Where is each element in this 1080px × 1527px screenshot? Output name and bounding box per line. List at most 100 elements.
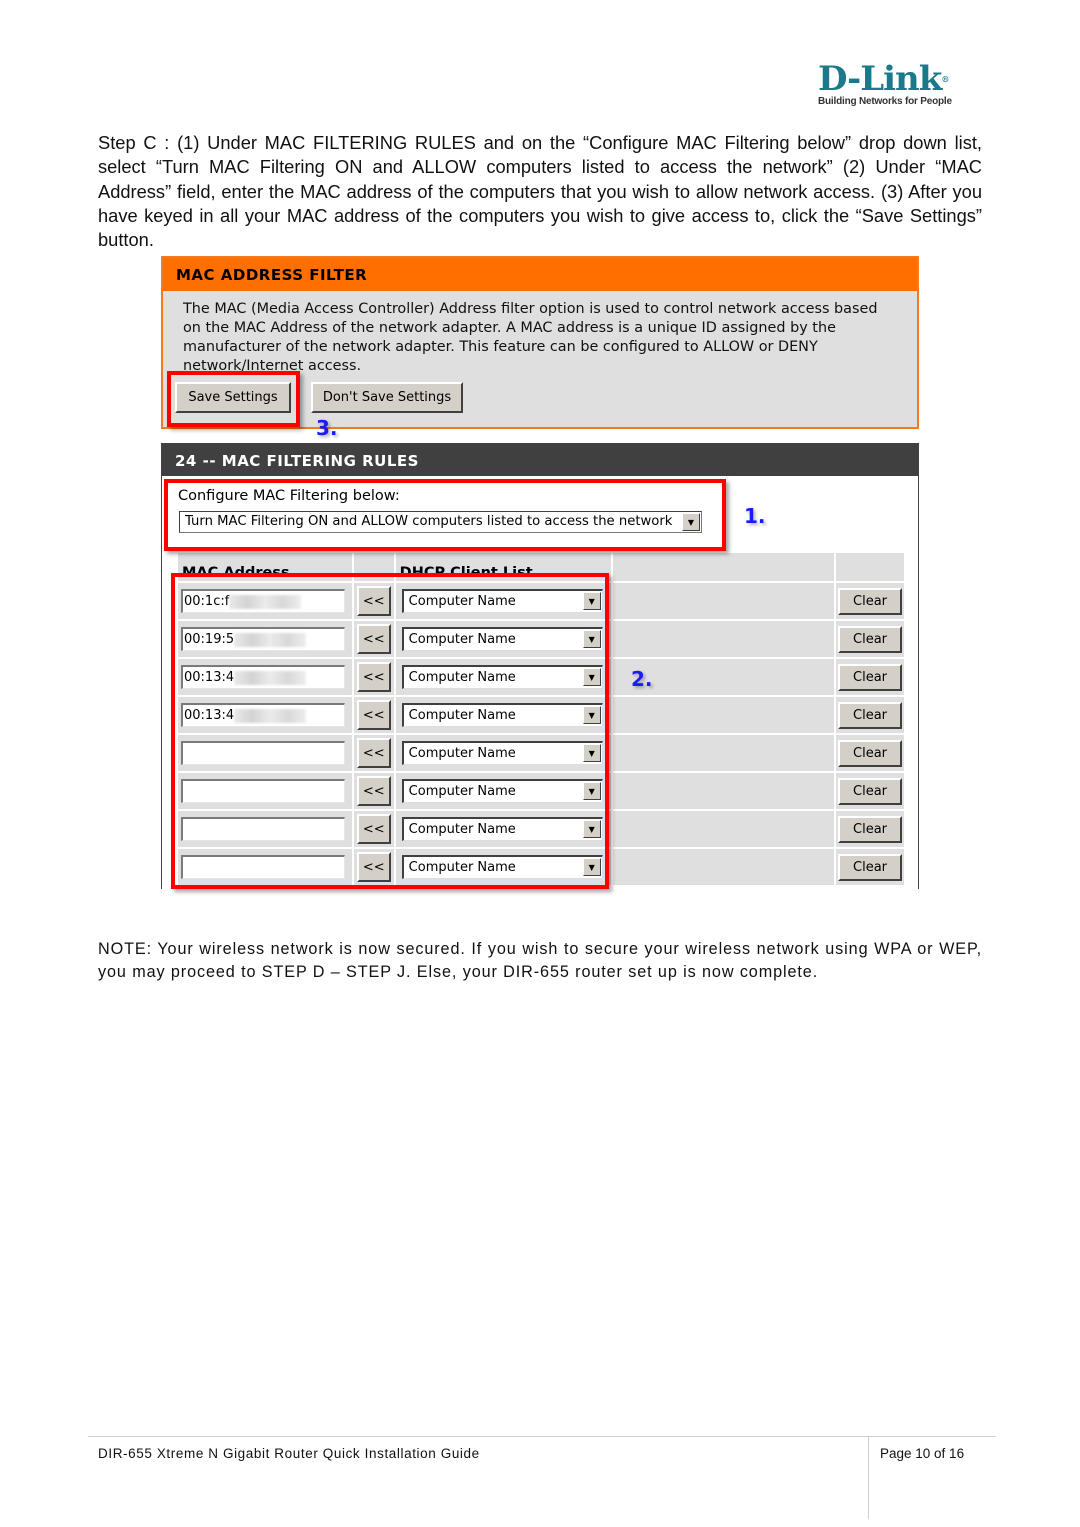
clear-button[interactable]: Clear <box>838 701 903 729</box>
table-row: << Computer Name ▼ Clear <box>178 811 904 847</box>
table-header-row: MAC Address DHCP Client List <box>178 553 904 581</box>
clear-button[interactable]: Clear <box>838 625 903 653</box>
clear-button[interactable]: Clear <box>838 853 903 881</box>
dhcp-client-select[interactable]: Computer Name ▼ <box>401 817 603 841</box>
chevron-down-icon[interactable]: ▼ <box>582 592 601 610</box>
dhcp-client-select[interactable]: Computer Name ▼ <box>401 855 603 879</box>
dhcp-client-select[interactable]: Computer Name ▼ <box>401 589 603 613</box>
mac-address-filter-description: The MAC (Media Access Controller) Addres… <box>183 301 878 374</box>
copy-cell: << <box>353 773 394 809</box>
save-settings-button[interactable]: Save Settings <box>175 382 291 413</box>
clear-cell: Clear <box>836 849 904 885</box>
configure-filtering-value: Turn MAC Filtering ON and ALLOW computer… <box>185 514 673 529</box>
mac-address-cell <box>178 811 352 847</box>
dhcp-cell: Computer Name ▼ <box>395 697 612 733</box>
dhcp-client-select[interactable]: Computer Name ▼ <box>401 779 603 803</box>
copy-mac-button[interactable]: << <box>356 700 391 730</box>
clear-button[interactable]: Clear <box>838 815 903 843</box>
configure-filtering-select[interactable]: Turn MAC Filtering ON and ALLOW computer… <box>179 511 702 533</box>
dont-save-settings-button[interactable]: Don't Save Settings <box>311 382 463 413</box>
chevron-down-icon[interactable]: ▼ <box>582 630 601 648</box>
footer-page-number: Page 10 of 16 <box>880 1446 965 1461</box>
clear-cell: Clear <box>836 621 904 657</box>
table-row: << Computer Name ▼ Clear <box>178 773 904 809</box>
copy-mac-button[interactable]: << <box>356 586 391 616</box>
mac-address-filter-panel: MAC ADDRESS FILTER The MAC (Media Access… <box>161 256 919 429</box>
mac-address-input[interactable] <box>181 855 345 879</box>
spacer-cell <box>613 583 835 619</box>
copy-mac-button[interactable]: << <box>356 814 391 844</box>
dhcp-client-select[interactable]: Computer Name ▼ <box>401 703 603 727</box>
mac-address-redacted <box>234 670 307 685</box>
table-row: 00:19:5 << Computer Name ▼ Clear <box>178 621 904 657</box>
dhcp-client-select[interactable]: Computer Name ▼ <box>401 665 603 689</box>
mac-address-cell: 00:1c:f <box>178 583 352 619</box>
column-header-spacer <box>613 553 835 581</box>
column-header-dhcp-client-list: DHCP Client List <box>395 553 612 581</box>
mac-address-redacted <box>234 708 307 723</box>
mac-address-input[interactable] <box>181 779 345 803</box>
copy-mac-button[interactable]: << <box>356 738 391 768</box>
column-header-mac-address: MAC Address <box>178 553 352 581</box>
chevron-down-icon[interactable]: ▼ <box>582 706 601 724</box>
dhcp-cell: Computer Name ▼ <box>395 773 612 809</box>
mac-address-input[interactable]: 00:1c:f <box>181 589 345 613</box>
spacer-cell <box>613 697 835 733</box>
footer-divider <box>88 1436 996 1437</box>
logo-wordmark: D-Link® <box>818 59 949 99</box>
step-number-3: 3. <box>316 416 338 440</box>
mac-address-cell <box>178 735 352 771</box>
mac-address-redacted <box>229 594 302 609</box>
chevron-down-icon[interactable]: ▼ <box>582 668 601 686</box>
chevron-down-icon[interactable]: ▼ <box>682 513 700 531</box>
logo-tagline: Building Networks for People <box>818 96 952 107</box>
mac-address-value: 00:13:4 <box>184 670 235 685</box>
table-row: 00:1c:f << Computer Name ▼ Clear <box>178 583 904 619</box>
clear-cell: Clear <box>836 773 904 809</box>
clear-cell: Clear <box>836 659 904 695</box>
chevron-down-icon[interactable]: ▼ <box>582 782 601 800</box>
mac-address-input[interactable]: 00:13:4 <box>181 703 345 727</box>
step-number-1: 1. <box>744 504 766 528</box>
spacer-cell <box>613 621 835 657</box>
copy-mac-button[interactable]: << <box>356 624 391 654</box>
clear-button[interactable]: Clear <box>838 739 903 767</box>
dhcp-cell: Computer Name ▼ <box>395 583 612 619</box>
copy-cell: << <box>353 697 394 733</box>
table-row: << Computer Name ▼ Clear <box>178 735 904 771</box>
mac-address-input[interactable] <box>181 817 345 841</box>
copy-mac-button[interactable]: << <box>356 776 391 806</box>
copy-mac-button[interactable]: << <box>356 662 391 692</box>
step-number-2: 2. <box>631 667 653 691</box>
clear-button[interactable]: Clear <box>838 663 903 691</box>
mac-address-input[interactable] <box>181 741 345 765</box>
table-row: << Computer Name ▼ Clear <box>178 849 904 885</box>
dhcp-client-value: Computer Name <box>408 708 516 723</box>
dhcp-cell: Computer Name ▼ <box>395 811 612 847</box>
clear-button[interactable]: Clear <box>838 777 903 805</box>
mac-address-input[interactable]: 00:13:4 <box>181 665 345 689</box>
dhcp-client-value: Computer Name <box>408 784 516 799</box>
mac-address-value: 00:13:4 <box>184 708 235 723</box>
mac-address-cell <box>178 773 352 809</box>
table-row: 00:13:4 << Computer Name ▼ Clear <box>178 697 904 733</box>
dhcp-cell: Computer Name ▼ <box>395 849 612 885</box>
chevron-down-icon[interactable]: ▼ <box>582 820 601 838</box>
copy-mac-button[interactable]: << <box>356 852 391 882</box>
mac-filtering-rules-title: 24 -- MAC FILTERING RULES <box>162 443 918 476</box>
copy-cell: << <box>353 659 394 695</box>
clear-button[interactable]: Clear <box>838 587 903 615</box>
mac-address-input[interactable]: 00:19:5 <box>181 627 345 651</box>
copy-cell: << <box>353 849 394 885</box>
dhcp-client-select[interactable]: Computer Name ▼ <box>401 627 603 651</box>
dhcp-client-select[interactable]: Computer Name ▼ <box>401 741 603 765</box>
copy-cell: << <box>353 621 394 657</box>
clear-cell: Clear <box>836 583 904 619</box>
chevron-down-icon[interactable]: ▼ <box>582 744 601 762</box>
mac-address-cell: 00:19:5 <box>178 621 352 657</box>
step-c-instructions: Step C : (1) Under MAC FILTERING RULES a… <box>98 132 982 251</box>
chevron-down-icon[interactable]: ▼ <box>582 858 601 876</box>
copy-cell: << <box>353 735 394 771</box>
spacer-cell <box>613 773 835 809</box>
dhcp-client-value: Computer Name <box>408 860 516 875</box>
